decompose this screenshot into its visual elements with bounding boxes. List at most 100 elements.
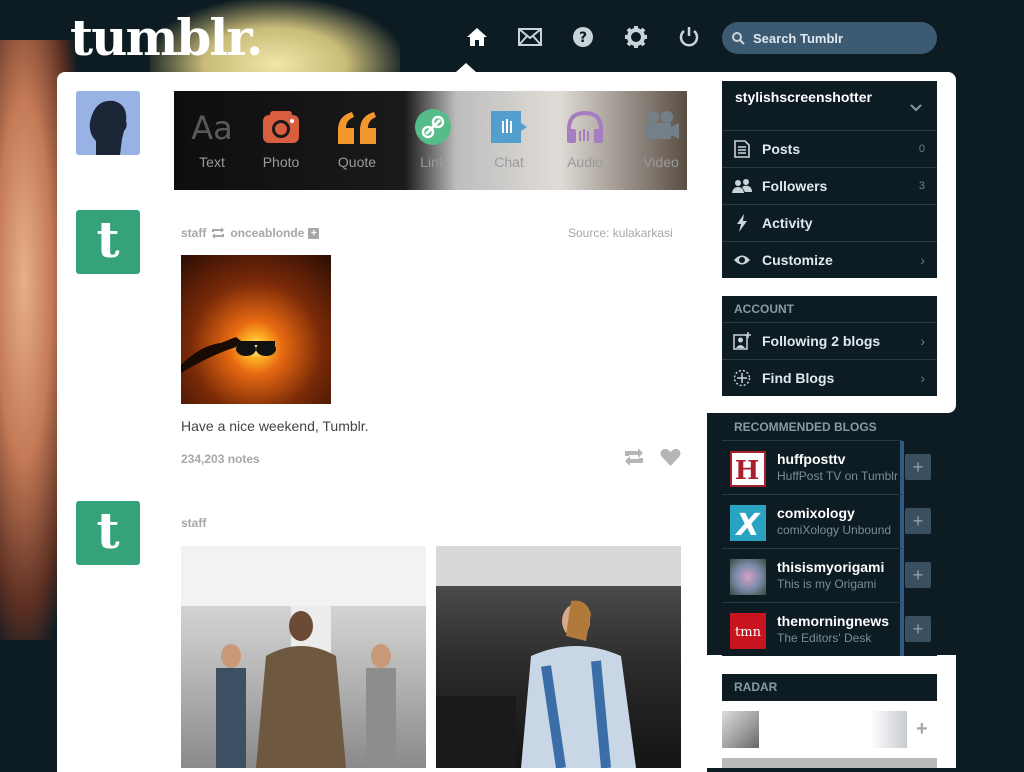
recommended-blog-desc: The Editors' Desk <box>777 631 872 645</box>
search-input[interactable] <box>751 29 935 47</box>
lightning-icon <box>737 214 747 232</box>
search-box[interactable] <box>722 22 937 54</box>
staff-avatar[interactable]: t <box>76 501 140 565</box>
eye-icon <box>734 255 750 265</box>
sidebar-item-count: 3 <box>918 180 925 192</box>
logout-button[interactable] <box>662 20 715 54</box>
sidebar-item-count: 0 <box>918 143 925 155</box>
follow-plus-icon[interactable]: + <box>308 227 320 239</box>
themorningnews-avatar: tmn <box>730 613 766 649</box>
sidebar-item-label: Find Blogs <box>762 370 835 386</box>
chevron-right-icon: › <box>920 333 925 349</box>
radar-post-preview[interactable] <box>759 711 907 748</box>
post-notes[interactable]: 234,203 notes <box>181 452 260 466</box>
svg-text:?: ? <box>578 30 586 46</box>
like-button[interactable] <box>660 448 681 471</box>
chevron-down-icon <box>910 104 922 112</box>
post-photo-left[interactable] <box>181 546 426 768</box>
post-type-label: Audio <box>567 154 603 170</box>
source-link[interactable]: kulakarkasi <box>613 226 673 240</box>
recommended-blog-name: thisismyorigami <box>777 559 885 575</box>
radar-follow-button[interactable]: + <box>916 718 928 741</box>
home-button[interactable] <box>450 20 503 54</box>
post-type-label: Link <box>420 154 446 170</box>
sidebar-item-find-blogs[interactable]: Find Blogs › <box>722 359 937 396</box>
chat-icon <box>471 107 547 147</box>
blog-panel: stylishscreenshotter Posts 0 Followers 3… <box>722 81 937 278</box>
messages-button[interactable] <box>503 20 556 54</box>
settings-button[interactable] <box>609 20 662 54</box>
post-type-video[interactable]: Video <box>623 91 687 190</box>
sidebar-item-customize[interactable]: Customize › <box>722 241 937 278</box>
sidebar-item-label: Posts <box>762 141 801 157</box>
top-nav: ? <box>450 20 715 54</box>
recommended-blog-desc: comiXology Unbound <box>777 523 892 537</box>
chevron-right-icon: › <box>920 252 925 268</box>
svg-text:tmn: tmn <box>735 625 762 640</box>
link-icon <box>395 107 471 147</box>
post-caption: Have a nice weekend, Tumblr. <box>181 418 369 434</box>
post-type-label: Video <box>643 154 679 170</box>
post-type-text[interactable]: Aa Text <box>174 91 250 190</box>
reblog-icon <box>625 448 643 466</box>
power-icon <box>679 27 698 47</box>
sidebar-item-label: Activity <box>762 215 813 231</box>
user-avatar[interactable] <box>76 91 140 155</box>
tumblr-t-icon: t <box>96 501 120 560</box>
follow-huffposttv-button[interactable]: + <box>905 454 931 480</box>
reblogged-from[interactable]: onceablonde <box>230 226 304 240</box>
sidebar-item-posts[interactable]: Posts 0 <box>722 130 937 167</box>
post-type-label: Text <box>199 154 225 170</box>
gear-icon <box>624 26 647 48</box>
camera-icon <box>243 107 319 147</box>
recommended-blog-desc: This is my Origami <box>777 577 877 591</box>
follow-thisismyorigami-button[interactable]: + <box>905 562 931 588</box>
runway-photo <box>181 546 426 768</box>
sidebar-item-following[interactable]: Following 2 blogs › <box>722 322 937 359</box>
post-header: staff onceablonde + <box>181 226 320 240</box>
radar-post-thumbnail[interactable] <box>722 711 759 748</box>
post-author[interactable]: staff <box>181 226 206 240</box>
recommended-blog[interactable]: H huffposttv HuffPost TV on Tumblr <box>722 440 902 495</box>
post-type-link[interactable]: Link <box>395 91 471 190</box>
post-type-photo[interactable]: Photo <box>243 91 319 190</box>
svg-text:X: X <box>734 508 761 541</box>
post-type-audio[interactable]: Audio <box>547 91 623 190</box>
post-author[interactable]: staff <box>181 516 206 530</box>
radar-header: RADAR <box>734 680 778 694</box>
sidebar-item-label: Following 2 blogs <box>762 333 881 349</box>
reblog-button[interactable] <box>623 448 645 471</box>
help-button[interactable]: ? <box>556 20 609 54</box>
default-avatar-icon <box>76 91 140 155</box>
post-type-label: Chat <box>494 154 524 170</box>
follow-comixology-button[interactable]: + <box>905 508 931 534</box>
follow-themorningnews-button[interactable]: + <box>905 616 931 642</box>
sidebar-item-activity[interactable]: Activity <box>722 204 937 241</box>
staff-avatar[interactable]: t <box>76 210 140 274</box>
search-icon <box>732 31 745 45</box>
tumblr-logo[interactable]: tumblr. <box>70 8 263 68</box>
account-panel: ACCOUNT Following 2 blogs › Find Blogs › <box>722 296 937 396</box>
post-photo-right[interactable] <box>436 546 681 768</box>
account-header: ACCOUNT <box>734 302 794 316</box>
followers-icon <box>732 179 752 193</box>
recommended-blog[interactable]: X comixology comiXology Unbound <box>722 494 902 549</box>
home-icon <box>466 28 487 46</box>
blog-name[interactable]: stylishscreenshotter <box>735 89 872 105</box>
blog-menu-toggle[interactable] <box>910 99 922 117</box>
post-type-quote[interactable]: Quote <box>319 91 395 190</box>
recommended-blog-name: themorningnews <box>777 613 890 629</box>
reblog-small-icon <box>212 227 225 239</box>
post-photo[interactable] <box>181 255 331 404</box>
recommended-blog[interactable]: thisismyorigami This is my Origami <box>722 548 902 603</box>
sidebar-item-followers[interactable]: Followers 3 <box>722 167 937 204</box>
post-type-chat[interactable]: Chat <box>471 91 547 190</box>
huffposttv-avatar: H <box>730 451 766 487</box>
sidebar-item-label: Followers <box>762 178 828 194</box>
radar-post-image[interactable] <box>722 758 937 768</box>
origami-avatar <box>730 559 766 595</box>
heart-icon <box>660 448 681 466</box>
post-source: Source: kulakarkasi <box>568 226 673 240</box>
video-icon <box>623 107 687 147</box>
recommended-blog[interactable]: tmn themorningnews The Editors' Desk <box>722 602 902 657</box>
